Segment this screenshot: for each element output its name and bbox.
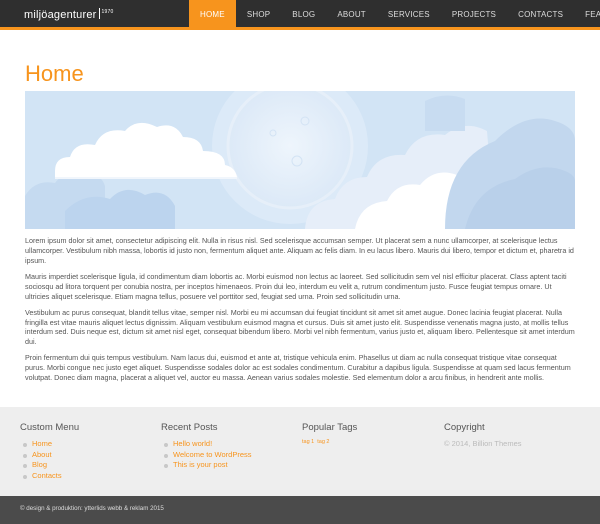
footer-link-about[interactable]: About — [20, 450, 79, 461]
page-title: Home — [25, 61, 84, 86]
recent-post-link[interactable]: This is your post — [161, 460, 252, 471]
footer-widgets: Custom Menu Home About Blog Contacts Rec… — [0, 407, 600, 496]
copyright-text: © 2014, Billion Themes — [444, 439, 522, 448]
nav-item-home[interactable]: Home — [189, 0, 236, 30]
widget-title: Copyright — [444, 422, 485, 433]
recent-post-link[interactable]: Welcome to WordPress — [161, 450, 252, 461]
logo-separator — [98, 8, 100, 19]
recent-posts-list: Hello world! Welcome to WordPress This i… — [161, 439, 252, 471]
footer-link-contacts[interactable]: Contacts — [20, 471, 79, 482]
paragraph: Mauris imperdiet scelerisque ligula, id … — [25, 271, 567, 301]
nav-item-contacts[interactable]: Contacts — [507, 0, 574, 30]
tag-cloud: tag 1 tag 2 — [302, 439, 357, 445]
custom-menu-widget: Custom Menu Home About Blog Contacts — [20, 422, 79, 481]
tag-link[interactable]: tag 2 — [317, 439, 329, 445]
widget-title: Recent Posts — [161, 422, 218, 433]
copyright-widget: Copyright © 2014, Billion Themes — [444, 422, 522, 448]
nav-item-about[interactable]: About — [326, 0, 377, 30]
paragraph: Proin fermentum dui quis tempus vestibul… — [25, 353, 571, 383]
bottom-bar: © design & produktion: ytterlids webb & … — [0, 496, 600, 524]
nav-item-services[interactable]: Services — [377, 0, 441, 30]
paragraph: Lorem ipsum dolor sit amet, consectetur … — [25, 236, 574, 265]
logo-year: 1970 — [101, 9, 114, 15]
recent-posts-widget: Recent Posts Hello world! Welcome to Wor… — [161, 422, 252, 471]
widget-title: Popular Tags — [302, 422, 358, 433]
nav-item-blog[interactable]: Blog — [281, 0, 326, 30]
footer-link-blog[interactable]: Blog — [20, 460, 79, 471]
top-navigation-bar: miljöagenturer 1970 Home Shop Blog About … — [0, 0, 600, 30]
article-body: Lorem ipsum dolor sit amet, consectetur … — [25, 236, 575, 389]
tag-link[interactable]: tag 1 — [302, 439, 314, 445]
custom-menu-list: Home About Blog Contacts — [20, 439, 79, 481]
banner-image — [25, 91, 575, 229]
nav-item-projects[interactable]: Projects — [441, 0, 507, 30]
popular-tags-widget: Popular Tags tag 1 tag 2 — [302, 422, 357, 445]
credit-text: © design & produktion: ytterlids webb & … — [20, 505, 164, 512]
nav-item-features[interactable]: Features — [574, 0, 600, 30]
logo-text: miljöagenturer — [24, 9, 97, 21]
nav-item-shop[interactable]: Shop — [236, 0, 281, 30]
recent-post-link[interactable]: Hello world! — [161, 439, 252, 450]
footer-link-home[interactable]: Home — [20, 439, 79, 450]
sky-clouds-illustration — [25, 91, 575, 229]
widget-title: Custom Menu — [20, 422, 80, 433]
main-nav: Home Shop Blog About Services Projects C… — [189, 0, 600, 30]
site-logo[interactable]: miljöagenturer 1970 — [24, 8, 113, 21]
paragraph: Vestibulum ac purus consequat, blandit t… — [25, 307, 575, 347]
